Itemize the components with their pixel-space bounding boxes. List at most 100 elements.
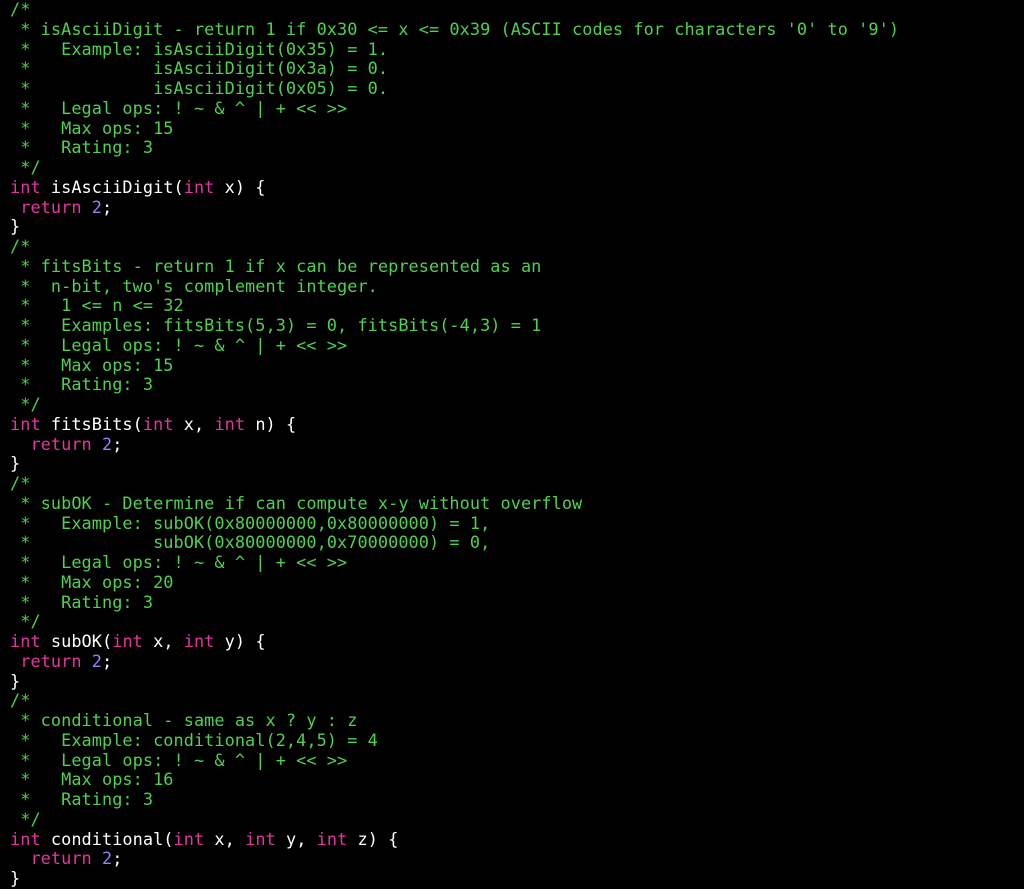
code-token: } bbox=[10, 453, 21, 474]
code-token: } bbox=[10, 670, 21, 691]
comment-token: * Legal ops: ! ~ & ^ | + << >> bbox=[10, 749, 348, 770]
comment-token: /* bbox=[10, 473, 31, 493]
number-token: 2 bbox=[91, 196, 103, 217]
code-line[interactable]: * Rating: 3 bbox=[10, 789, 899, 810]
code-line[interactable]: * Example: conditional(2,4,5) = 4 bbox=[10, 729, 899, 751]
comment-token: * Example: subOK(0x80000000,0x80000000) … bbox=[10, 512, 491, 533]
code-line[interactable]: */ bbox=[10, 157, 899, 178]
code-line[interactable]: * subOK - Determine if can compute x-y w… bbox=[10, 492, 899, 514]
code-token: x) { bbox=[214, 176, 266, 197]
code-line[interactable]: int fitsBits(int x, int n) { bbox=[10, 413, 899, 435]
keyword-token: int bbox=[183, 176, 215, 197]
code-token: } bbox=[10, 868, 21, 888]
code-token: isAsciiDigit( bbox=[40, 176, 184, 197]
code-line[interactable]: * isAsciiDigit(0x05) = 0. bbox=[10, 78, 899, 99]
keyword-token: int bbox=[10, 413, 41, 434]
code-line[interactable]: int subOK(int x, int y) { bbox=[10, 631, 899, 652]
code-line[interactable]: * Rating: 3 bbox=[10, 137, 899, 158]
code-token: fitsBits( bbox=[40, 413, 143, 434]
code-line[interactable]: } bbox=[10, 670, 899, 692]
keyword-token: int bbox=[316, 828, 348, 849]
comment-token: * 1 <= n <= 32 bbox=[10, 295, 184, 316]
code-token: } bbox=[10, 216, 21, 237]
code-line[interactable]: } bbox=[10, 216, 899, 237]
code-token: y) { bbox=[214, 631, 266, 651]
comment-token: * Example: conditional(2,4,5) = 4 bbox=[10, 729, 378, 750]
code-token: n) { bbox=[245, 413, 297, 434]
comment-token: * isAsciiDigit(0x05) = 0. bbox=[10, 78, 389, 98]
code-line[interactable]: return 2; bbox=[10, 433, 899, 455]
keyword-token: int bbox=[10, 828, 41, 849]
code-line[interactable]: /* bbox=[10, 236, 899, 257]
code-line[interactable]: * Max ops: 20 bbox=[10, 571, 899, 593]
comment-token: * isAsciiDigit(0x3a) = 0. bbox=[10, 58, 389, 79]
code-line[interactable]: * conditional - same as x ? y : z bbox=[10, 710, 899, 731]
comment-token: */ bbox=[10, 611, 41, 632]
comment-token: /* bbox=[10, 690, 31, 711]
code-line[interactable]: * Max ops: 15 bbox=[10, 117, 899, 139]
keyword-token: int bbox=[173, 828, 205, 849]
comment-token: */ bbox=[10, 394, 41, 414]
code-token: subOK( bbox=[40, 631, 113, 651]
comment-token: * Max ops: 15 bbox=[10, 354, 174, 375]
keyword-token: return bbox=[20, 196, 82, 217]
code-line[interactable]: * Legal ops: ! ~ & ^ | + << >> bbox=[10, 552, 899, 573]
code-line[interactable]: */ bbox=[10, 808, 899, 830]
keyword-token: return bbox=[30, 433, 92, 454]
code-line[interactable]: } bbox=[10, 868, 899, 889]
code-line[interactable]: * Legal ops: ! ~ & ^ | + << >> bbox=[10, 749, 899, 771]
keyword-token: int bbox=[10, 176, 41, 197]
code-line[interactable]: * Max ops: 16 bbox=[10, 769, 899, 790]
comment-token: * Max ops: 20 bbox=[10, 571, 174, 592]
keyword-token: int bbox=[142, 413, 174, 434]
code-line[interactable]: int isAsciiDigit(int x) { bbox=[10, 176, 899, 198]
code-line[interactable]: * subOK(0x80000000,0x70000000) = 0, bbox=[10, 532, 899, 553]
code-line[interactable]: * Rating: 3 bbox=[10, 592, 899, 613]
code-line[interactable]: * Example: subOK(0x80000000,0x80000000) … bbox=[10, 512, 899, 534]
code-line[interactable]: * Example: isAsciiDigit(0x35) = 1. bbox=[10, 38, 899, 60]
code-line[interactable]: return 2; bbox=[10, 651, 899, 672]
code-line[interactable]: int conditional(int x, int y, int z) { bbox=[10, 828, 899, 850]
code-token: x, bbox=[204, 828, 246, 849]
code-line[interactable]: */ bbox=[10, 611, 899, 632]
keyword-token: int bbox=[214, 413, 246, 434]
comment-token: */ bbox=[10, 808, 41, 829]
comment-token: * Example: isAsciiDigit(0x35) = 1. bbox=[10, 38, 389, 59]
comment-token: * Max ops: 15 bbox=[10, 117, 174, 138]
comment-token: * Examples: fitsBits(5,3) = 0, fitsBits(… bbox=[10, 315, 542, 335]
code-line[interactable]: * Legal ops: ! ~ & ^ | + << >> bbox=[10, 97, 899, 119]
code-line[interactable]: * Examples: fitsBits(5,3) = 0, fitsBits(… bbox=[10, 315, 899, 336]
code-token: x, bbox=[173, 413, 215, 434]
keyword-token: int bbox=[183, 631, 215, 651]
comment-token: * Max ops: 16 bbox=[10, 769, 174, 790]
code-token: conditional( bbox=[40, 828, 174, 849]
code-line[interactable]: /* bbox=[10, 473, 899, 494]
code-line[interactable]: return 2; bbox=[10, 848, 899, 869]
code-line[interactable]: } bbox=[10, 453, 899, 474]
keyword-token: int bbox=[112, 631, 143, 651]
code-editor[interactable]: /* * isAsciiDigit - return 1 if 0x30 <= … bbox=[10, 0, 899, 889]
comment-token: * Rating: 3 bbox=[10, 374, 154, 395]
code-line[interactable]: * isAsciiDigit(0x3a) = 0. bbox=[10, 58, 899, 79]
comment-token: * Rating: 3 bbox=[10, 137, 154, 158]
code-line[interactable]: return 2; bbox=[10, 196, 899, 218]
comment-token: /* bbox=[10, 0, 31, 19]
code-line[interactable]: * fitsBits - return 1 if x can be repres… bbox=[10, 256, 899, 277]
code-line[interactable]: * Max ops: 15 bbox=[10, 354, 899, 376]
code-line[interactable]: /* bbox=[10, 690, 899, 711]
code-line[interactable]: * Legal ops: ! ~ & ^ | + << >> bbox=[10, 334, 899, 356]
code-line[interactable]: * Rating: 3 bbox=[10, 374, 899, 395]
code-line[interactable]: * n-bit, two's complement integer. bbox=[10, 276, 899, 297]
comment-token: * subOK - Determine if can compute x-y w… bbox=[10, 492, 583, 513]
comment-token: * Legal ops: ! ~ & ^ | + << >> bbox=[10, 334, 348, 355]
code-line[interactable]: * 1 <= n <= 32 bbox=[10, 295, 899, 316]
code-line[interactable]: /* bbox=[10, 0, 899, 20]
code-line[interactable]: * isAsciiDigit - return 1 if 0x30 <= x <… bbox=[10, 19, 899, 40]
code-line[interactable]: */ bbox=[10, 394, 899, 415]
comment-token: * Legal ops: ! ~ & ^ | + << >> bbox=[10, 97, 348, 118]
